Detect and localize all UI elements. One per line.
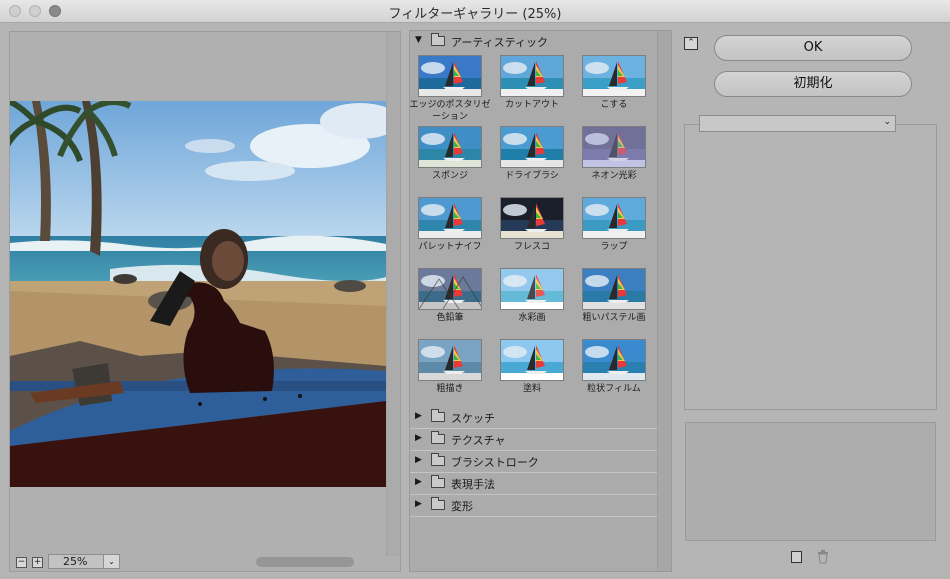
preview-area[interactable]: − + 25% ⌄ (9, 31, 401, 572)
trash-icon[interactable] (817, 550, 829, 564)
filter-thumbnail[interactable] (582, 55, 646, 97)
folder-icon (431, 409, 445, 422)
preview-image[interactable] (10, 101, 386, 487)
filter-gallery-dialog: − + 25% ⌄ ▼ アーティスティック エッジのポスタリゼーション カットアウ… (0, 23, 950, 579)
filter-thumbnail[interactable] (500, 268, 564, 310)
disclosure-triangle-icon: ▶ (415, 477, 422, 487)
preview-footer: − + 25% ⌄ (10, 553, 400, 571)
category-label: スケッチ (451, 412, 495, 425)
category-label: テクスチャ (451, 434, 506, 447)
filter-thumbnail[interactable] (418, 268, 482, 310)
filter-thumbnail[interactable] (500, 197, 564, 239)
category-sketch[interactable]: ▶ スケッチ (410, 407, 657, 429)
filter-thumbnail-label: こする (600, 100, 628, 110)
filter-thumbnail-label: 粗描き (436, 384, 464, 394)
folder-icon (431, 33, 445, 46)
category-brush-strokes[interactable]: ▶ ブラシストローク (410, 451, 657, 473)
filter-thumbnail-label: ドライブラシ (505, 171, 559, 181)
filter-thumbnail-label: パレットナイフ (418, 242, 482, 252)
filter-list-panel: ▼ アーティスティック エッジのポスタリゼーション カットアウト こするスポンジ ドラ… (409, 30, 672, 572)
filter-thumbnail[interactable] (582, 126, 646, 168)
filter-select[interactable]: ⌄ (699, 115, 896, 132)
zoom-in-button[interactable]: + (32, 557, 43, 568)
window-title: フィルターギャラリー (25%) (388, 7, 562, 22)
category-label: アーティスティック (451, 36, 549, 49)
folder-icon (431, 431, 445, 444)
category-label: 変形 (451, 500, 473, 513)
filter-thumbnail-label: フレスコ (513, 242, 550, 252)
filter-thumbnail[interactable] (582, 339, 646, 381)
filter-settings-panel (684, 124, 937, 410)
filter-thumbnail[interactable] (500, 339, 564, 381)
category-stylize[interactable]: ▶ 表現手法 (410, 473, 657, 495)
filter-thumbnail-label: カットアウト (504, 100, 559, 110)
filter-thumbnail-label: 水彩画 (518, 313, 546, 323)
category-artistic[interactable]: ▼ アーティスティック (410, 31, 657, 53)
filter-list-scrollbar[interactable] (657, 31, 671, 571)
filter-thumbnail[interactable] (418, 126, 482, 168)
filter-thumbnail[interactable] (582, 268, 646, 310)
folder-icon (431, 475, 445, 488)
ok-button[interactable]: OK (714, 35, 912, 61)
zoom-level-value: 25% (63, 555, 88, 568)
new-effect-layer-icon[interactable] (791, 551, 802, 563)
category-label: ブラシストローク (451, 456, 539, 469)
collapse-panel-icon[interactable]: ⌃ (684, 37, 698, 50)
title-bar: フィルターギャラリー (25%) (0, 0, 950, 23)
filter-thumbnail-label: 塗料 (522, 384, 541, 394)
zoom-level-select[interactable]: 25% ⌄ (48, 554, 120, 569)
filter-thumbnail-label: ネオン光彩 (591, 171, 637, 181)
disclosure-triangle-icon: ▼ (415, 35, 422, 45)
category-texture[interactable]: ▶ テクスチャ (410, 429, 657, 451)
disclosure-triangle-icon: ▶ (415, 499, 422, 509)
disclosure-triangle-icon: ▶ (415, 433, 422, 443)
filter-thumbnail[interactable] (582, 197, 646, 239)
effect-layers-list[interactable] (685, 422, 936, 541)
disclosure-triangle-icon: ▶ (415, 455, 422, 465)
filter-thumbnail[interactable] (500, 126, 564, 168)
filter-thumbnail-label: 色鉛筆 (436, 313, 464, 323)
category-label: 表現手法 (451, 478, 495, 491)
zoom-out-button[interactable]: − (16, 557, 27, 568)
reset-button[interactable]: 初期化 (714, 71, 912, 97)
chevron-down-icon: ⌄ (103, 555, 119, 568)
filter-thumbnail[interactable] (418, 55, 482, 97)
chevron-down-icon: ⌄ (883, 117, 891, 127)
filter-thumbnail[interactable] (418, 339, 482, 381)
filter-thumbnail-label: 粒状フィルム (587, 384, 641, 394)
folder-icon (431, 453, 445, 466)
preview-horizontal-scrollbar[interactable] (256, 557, 354, 567)
category-distort[interactable]: ▶ 変形 (410, 495, 657, 517)
filter-thumbnail-label: 粗いパステル画 (582, 313, 646, 323)
filter-thumbnail[interactable] (418, 197, 482, 239)
disclosure-triangle-icon: ▶ (415, 411, 422, 421)
filter-thumbnail-label: ラップ (600, 242, 628, 252)
filter-thumbnail-label: エッジのポスタリゼーション (409, 100, 491, 122)
filter-thumbnail[interactable] (500, 55, 564, 97)
filter-thumbnail-label: スポンジ (431, 171, 468, 181)
folder-icon (431, 497, 445, 510)
preview-vertical-scrollbar[interactable] (386, 32, 400, 556)
